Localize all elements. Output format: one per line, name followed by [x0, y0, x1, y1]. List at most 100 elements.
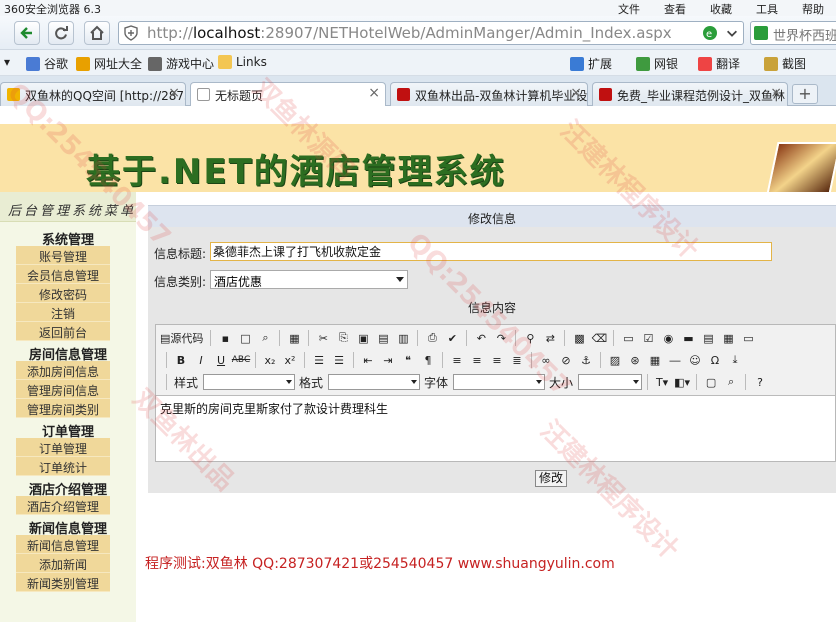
- checkbox-icon[interactable]: ☑: [639, 329, 657, 347]
- bulleted-list-icon[interactable]: ☰: [330, 351, 348, 369]
- replace-icon[interactable]: ⇄: [541, 329, 559, 347]
- source-code-button[interactable]: ▤ 源代码: [158, 329, 205, 347]
- radio-icon[interactable]: ◉: [659, 329, 677, 347]
- anchor-icon[interactable]: ⚓: [577, 351, 595, 369]
- favorites-chevron-icon[interactable]: ▾: [4, 55, 10, 69]
- sidebar-item-account[interactable]: 账号管理: [16, 246, 110, 265]
- fav-google[interactable]: 谷歌: [26, 55, 68, 72]
- sidebar-item-add-news[interactable]: 添加新闻: [16, 554, 110, 573]
- redo-icon[interactable]: ↷: [492, 329, 510, 347]
- horizontal-rule-icon[interactable]: ―: [666, 351, 684, 369]
- close-icon[interactable]: ×: [168, 85, 180, 101]
- about-icon[interactable]: ?: [751, 373, 769, 391]
- save-icon[interactable]: ▪: [216, 329, 234, 347]
- align-justify-icon[interactable]: ≣: [508, 351, 526, 369]
- numbered-list-icon[interactable]: ☰: [310, 351, 328, 369]
- form-icon[interactable]: ▭: [619, 329, 637, 347]
- undo-icon[interactable]: ↶: [472, 329, 490, 347]
- show-blocks-icon[interactable]: ⌕: [722, 373, 740, 391]
- smiley-icon[interactable]: ☺: [686, 351, 704, 369]
- text-color-icon[interactable]: T▾: [653, 373, 671, 391]
- sidebar-item-news-category[interactable]: 新闻类别管理: [16, 573, 110, 592]
- toolbar-translate[interactable]: 翻译: [698, 55, 740, 72]
- copy-icon[interactable]: ⎘: [334, 329, 352, 347]
- toolbar-banking[interactable]: 网银: [636, 55, 678, 72]
- blockquote-icon[interactable]: ❝: [399, 351, 417, 369]
- fav-links[interactable]: Links: [218, 55, 267, 69]
- ie-mode-icon[interactable]: e: [701, 24, 719, 42]
- submit-modify-button[interactable]: 修改: [535, 470, 567, 487]
- sidebar-item-logout[interactable]: 注销: [16, 303, 110, 322]
- url-field[interactable]: http://localhost:28907/NETHotelWeb/Admin…: [118, 21, 744, 45]
- sidebar-item-room-category[interactable]: 管理房间类别: [16, 399, 110, 418]
- tab-untitled[interactable]: 无标题页 ×: [190, 82, 386, 106]
- info-category-select[interactable]: 酒店优惠: [210, 270, 408, 289]
- strikethrough-icon[interactable]: ABC: [232, 351, 250, 369]
- sidebar-item-add-room[interactable]: 添加房间信息: [16, 361, 110, 380]
- tab-qzone[interactable]: 双鱼林的QQ空间 [http://287307421.qzone... ×: [0, 82, 186, 106]
- menu-file[interactable]: 文件: [606, 0, 652, 16]
- link-icon[interactable]: ∞: [537, 351, 555, 369]
- new-page-icon[interactable]: □: [236, 329, 254, 347]
- menu-help[interactable]: 帮助: [790, 0, 836, 16]
- sidebar-item-news-manage[interactable]: 新闻信息管理: [16, 535, 110, 554]
- refresh-button[interactable]: [48, 21, 74, 45]
- templates-icon[interactable]: ▦: [285, 329, 303, 347]
- superscript-icon[interactable]: x²: [281, 351, 299, 369]
- format-combo[interactable]: [328, 374, 421, 390]
- align-left-icon[interactable]: ≡: [448, 351, 466, 369]
- close-icon[interactable]: ×: [368, 85, 380, 101]
- subscript-icon[interactable]: x₂: [261, 351, 279, 369]
- menu-favorites[interactable]: 收藏: [698, 0, 744, 16]
- outdent-icon[interactable]: ⇤: [359, 351, 377, 369]
- select-all-icon[interactable]: ▩: [570, 329, 588, 347]
- sidebar-item-manage-room[interactable]: 管理房间信息: [16, 380, 110, 399]
- cut-icon[interactable]: ✂: [314, 329, 332, 347]
- background-color-icon[interactable]: ◧▾: [673, 373, 691, 391]
- paste-text-icon[interactable]: ▤: [374, 329, 392, 347]
- new-tab-button[interactable]: +: [792, 84, 818, 104]
- sidebar-item-change-password[interactable]: 修改密码: [16, 284, 110, 303]
- special-char-icon[interactable]: Ω: [706, 351, 724, 369]
- unlink-icon[interactable]: ⊘: [557, 351, 575, 369]
- toolbar-extensions[interactable]: 扩展: [570, 55, 612, 72]
- flash-icon[interactable]: ⊛: [626, 351, 644, 369]
- div-container-icon[interactable]: ¶: [419, 351, 437, 369]
- italic-icon[interactable]: I: [192, 351, 210, 369]
- close-icon[interactable]: ×: [770, 85, 782, 101]
- print-icon[interactable]: ⎙: [423, 329, 441, 347]
- editor-content-area[interactable]: 克里斯的房间克里斯家付了款设计费理科生: [156, 395, 835, 461]
- info-title-input[interactable]: [210, 242, 772, 261]
- search-input[interactable]: 世界杯西班: [750, 21, 836, 45]
- maximize-icon[interactable]: ▢: [702, 373, 720, 391]
- sidebar-item-hotel-intro[interactable]: 酒店介绍管理: [16, 496, 110, 515]
- home-button[interactable]: [84, 21, 110, 45]
- chevron-down-icon[interactable]: [723, 24, 741, 42]
- style-combo[interactable]: [203, 374, 296, 390]
- bold-icon[interactable]: B: [172, 351, 190, 369]
- button-field-icon[interactable]: ▭: [739, 329, 757, 347]
- sidebar-item-back-to-front[interactable]: 返回前台: [16, 322, 110, 341]
- table-icon[interactable]: ▦: [646, 351, 664, 369]
- toolbar-screenshot[interactable]: 截图: [764, 55, 806, 72]
- paste-word-icon[interactable]: ▥: [394, 329, 412, 347]
- preview-icon[interactable]: ⌕: [256, 329, 274, 347]
- sidebar-item-member-info[interactable]: 会员信息管理: [16, 265, 110, 284]
- size-combo[interactable]: [578, 374, 643, 390]
- menu-view[interactable]: 查看: [652, 0, 698, 16]
- fav-url-directory[interactable]: 网址大全: [76, 55, 142, 72]
- paste-icon[interactable]: ▣: [354, 329, 372, 347]
- fav-game-center[interactable]: 游戏中心: [148, 55, 214, 72]
- indent-icon[interactable]: ⇥: [379, 351, 397, 369]
- close-icon[interactable]: ×: [570, 85, 582, 101]
- back-button[interactable]: [14, 21, 40, 45]
- underline-icon[interactable]: U: [212, 351, 230, 369]
- align-center-icon[interactable]: ≡: [468, 351, 486, 369]
- remove-format-icon[interactable]: ⌫: [590, 329, 608, 347]
- menu-tools[interactable]: 工具: [744, 0, 790, 16]
- tab-shuangyulin-graduation[interactable]: 双鱼林出品-双鱼林计算机毕业设计 ×: [390, 82, 588, 106]
- select-field-icon[interactable]: ▦: [719, 329, 737, 347]
- find-icon[interactable]: ⚲: [521, 329, 539, 347]
- tab-free-course-design[interactable]: 免费_毕业课程范例设计_双鱼林 ×: [592, 82, 788, 106]
- page-break-icon[interactable]: ⤓: [726, 351, 744, 369]
